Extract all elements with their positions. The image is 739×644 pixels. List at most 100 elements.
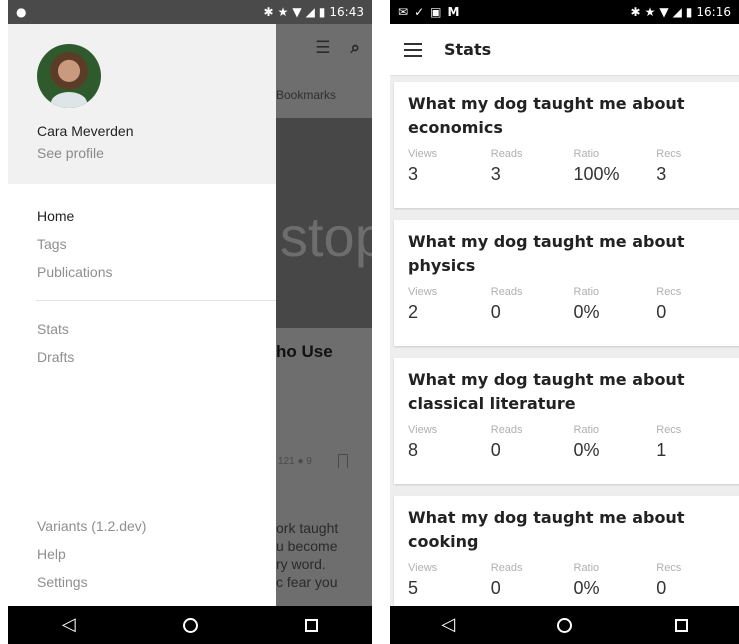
drawer-header[interactable]: Cara Meverden See profile bbox=[8, 24, 276, 184]
battery-icon: ▮ bbox=[685, 5, 693, 19]
nav-item-tags[interactable]: Tags bbox=[37, 230, 276, 258]
metric-value: 0 bbox=[656, 302, 667, 322]
background-meta-count: 121 bbox=[278, 456, 295, 467]
app-bar: Stats bbox=[390, 24, 739, 76]
story-title-line: What my dog taught me about bbox=[408, 94, 685, 113]
status-bar: ✉ ✓ ▣ M ✱ ★ ▼ ◢ ▮ 16:16 bbox=[390, 0, 739, 24]
background-body-line: ork taught bbox=[276, 520, 339, 536]
metric-label: Reads bbox=[490, 424, 523, 436]
background-body-line: ry word. bbox=[276, 556, 326, 572]
mail-icon: ✉ bbox=[398, 5, 409, 19]
home-icon[interactable] bbox=[182, 617, 198, 633]
metric-recs: Recs 0 bbox=[656, 286, 739, 323]
metric-value: 3 bbox=[408, 164, 419, 184]
wifi-icon: ▼ bbox=[659, 5, 669, 19]
gmail-icon: M bbox=[447, 5, 460, 19]
metric-value: 0 bbox=[490, 302, 501, 322]
nav-item-home[interactable]: Home bbox=[37, 202, 276, 230]
story-title-line: What my dog taught me about bbox=[408, 508, 685, 527]
story-title: What my dog taught me about physics bbox=[408, 230, 739, 278]
metric-reads: Reads 0 bbox=[491, 286, 574, 323]
metric-label: Views bbox=[408, 148, 438, 160]
metric-views: Views 8 bbox=[408, 424, 491, 461]
system-nav-bar: ◁ bbox=[390, 606, 739, 644]
metric-label: Ratio bbox=[573, 148, 600, 160]
home-icon[interactable] bbox=[557, 617, 573, 633]
metric-value: 100% bbox=[573, 164, 620, 184]
story-title: What my dog taught me about cooking bbox=[408, 506, 739, 554]
story-metrics: Views 2 Reads 0 Ratio 0% Recs 0 bbox=[408, 286, 739, 323]
bluetooth-icon: ✱ bbox=[630, 5, 641, 19]
metric-reads: Reads 3 bbox=[491, 148, 574, 185]
story-title-line: physics bbox=[408, 256, 476, 275]
metric-ratio: Ratio 0% bbox=[574, 424, 657, 461]
metric-ratio: Ratio 100% bbox=[574, 148, 657, 185]
story-title-line: What my dog taught me about bbox=[408, 232, 685, 251]
stats-list[interactable]: What my dog taught me about economics Vi… bbox=[390, 76, 739, 606]
metric-value: 0% bbox=[573, 578, 600, 598]
story-title-line: cooking bbox=[408, 532, 479, 551]
heart-icon: ● bbox=[297, 456, 304, 467]
signal-icon: ◢ bbox=[305, 5, 315, 19]
android-icon: ● bbox=[16, 5, 27, 19]
metric-label: Views bbox=[408, 562, 438, 574]
nav-item-drafts[interactable]: Drafts bbox=[37, 343, 276, 371]
metric-value: 2 bbox=[408, 302, 419, 322]
back-icon[interactable]: ◁ bbox=[441, 616, 455, 634]
metric-value: 5 bbox=[408, 578, 419, 598]
bluetooth-icon: ✱ bbox=[263, 5, 274, 19]
metric-label: Recs bbox=[656, 148, 682, 160]
metric-recs: Recs 1 bbox=[656, 424, 739, 461]
recent-apps-icon[interactable] bbox=[305, 618, 319, 632]
background-body-line: u become bbox=[276, 538, 338, 554]
metric-views: Views 3 bbox=[408, 148, 491, 185]
story-stat-card[interactable]: What my dog taught me about physics View… bbox=[394, 220, 739, 346]
metric-value: 0 bbox=[490, 578, 501, 598]
story-title: What my dog taught me about classical li… bbox=[408, 368, 739, 416]
system-nav-bar: ◁ bbox=[8, 606, 372, 644]
left-phone-screen: ● ✱ ★ ▼ ◢ ▮ 16:43 ☰ ⌕ Bookmarks stop ho … bbox=[8, 0, 372, 644]
metric-views: Views 5 bbox=[408, 562, 491, 599]
battery-icon: ▮ bbox=[318, 5, 326, 19]
page-title: Stats bbox=[444, 40, 492, 59]
see-profile-link[interactable]: See profile bbox=[37, 145, 276, 161]
new-story-icon: ☰ bbox=[315, 38, 331, 58]
status-icons: ✱ ★ ▼ ◢ ▮ 16:43 bbox=[264, 5, 365, 19]
navigation-drawer: Cara Meverden See profile Home Tags Publ… bbox=[8, 24, 276, 606]
nav-item-stats[interactable]: Stats bbox=[37, 315, 276, 343]
status-time: 16:43 bbox=[329, 5, 364, 19]
user-name: Cara Meverden bbox=[37, 123, 134, 139]
avatar[interactable] bbox=[37, 44, 101, 108]
metric-label: Recs bbox=[656, 286, 682, 298]
drawer-footer: Variants (1.2.dev) Help Settings bbox=[37, 512, 146, 596]
metric-label: Views bbox=[408, 424, 438, 436]
background-toolbar-icons: ☰ ⌕ bbox=[315, 38, 360, 58]
metric-label: Recs bbox=[656, 562, 682, 574]
story-metrics: Views 3 Reads 3 Ratio 100% Recs 3 bbox=[408, 148, 739, 185]
check-icon: ✓ bbox=[414, 5, 425, 19]
story-stat-card[interactable]: What my dog taught me about classical li… bbox=[394, 358, 739, 484]
story-stat-card[interactable]: What my dog taught me about economics Vi… bbox=[394, 82, 739, 208]
metric-recs: Recs 3 bbox=[656, 148, 739, 185]
wifi-icon: ▼ bbox=[292, 5, 302, 19]
nav-item-variants[interactable]: Variants (1.2.dev) bbox=[37, 512, 146, 540]
metric-recs: Recs 0 bbox=[656, 562, 739, 599]
metric-value: 0 bbox=[656, 578, 667, 598]
story-title-line: classical literature bbox=[408, 394, 576, 413]
nav-item-publications[interactable]: Publications bbox=[37, 258, 276, 286]
recent-apps-icon[interactable] bbox=[674, 618, 688, 632]
metric-reads: Reads 0 bbox=[491, 424, 574, 461]
menu-icon[interactable] bbox=[404, 42, 422, 57]
metric-value: 0% bbox=[573, 302, 600, 322]
nav-item-settings[interactable]: Settings bbox=[37, 568, 146, 596]
back-icon[interactable]: ◁ bbox=[62, 616, 76, 634]
status-icons: ✱ ★ ▼ ◢ ▮ 16:16 bbox=[631, 5, 732, 19]
background-body-line: c fear you bbox=[276, 574, 338, 590]
metric-reads: Reads 0 bbox=[491, 562, 574, 599]
background-headline: ho Use bbox=[276, 342, 333, 361]
story-stat-card[interactable]: What my dog taught me about cooking View… bbox=[394, 496, 739, 606]
metric-ratio: Ratio 0% bbox=[574, 562, 657, 599]
nav-item-help[interactable]: Help bbox=[37, 540, 146, 568]
story-title-line: What my dog taught me about bbox=[408, 370, 685, 389]
image-icon: ▣ bbox=[430, 5, 442, 19]
